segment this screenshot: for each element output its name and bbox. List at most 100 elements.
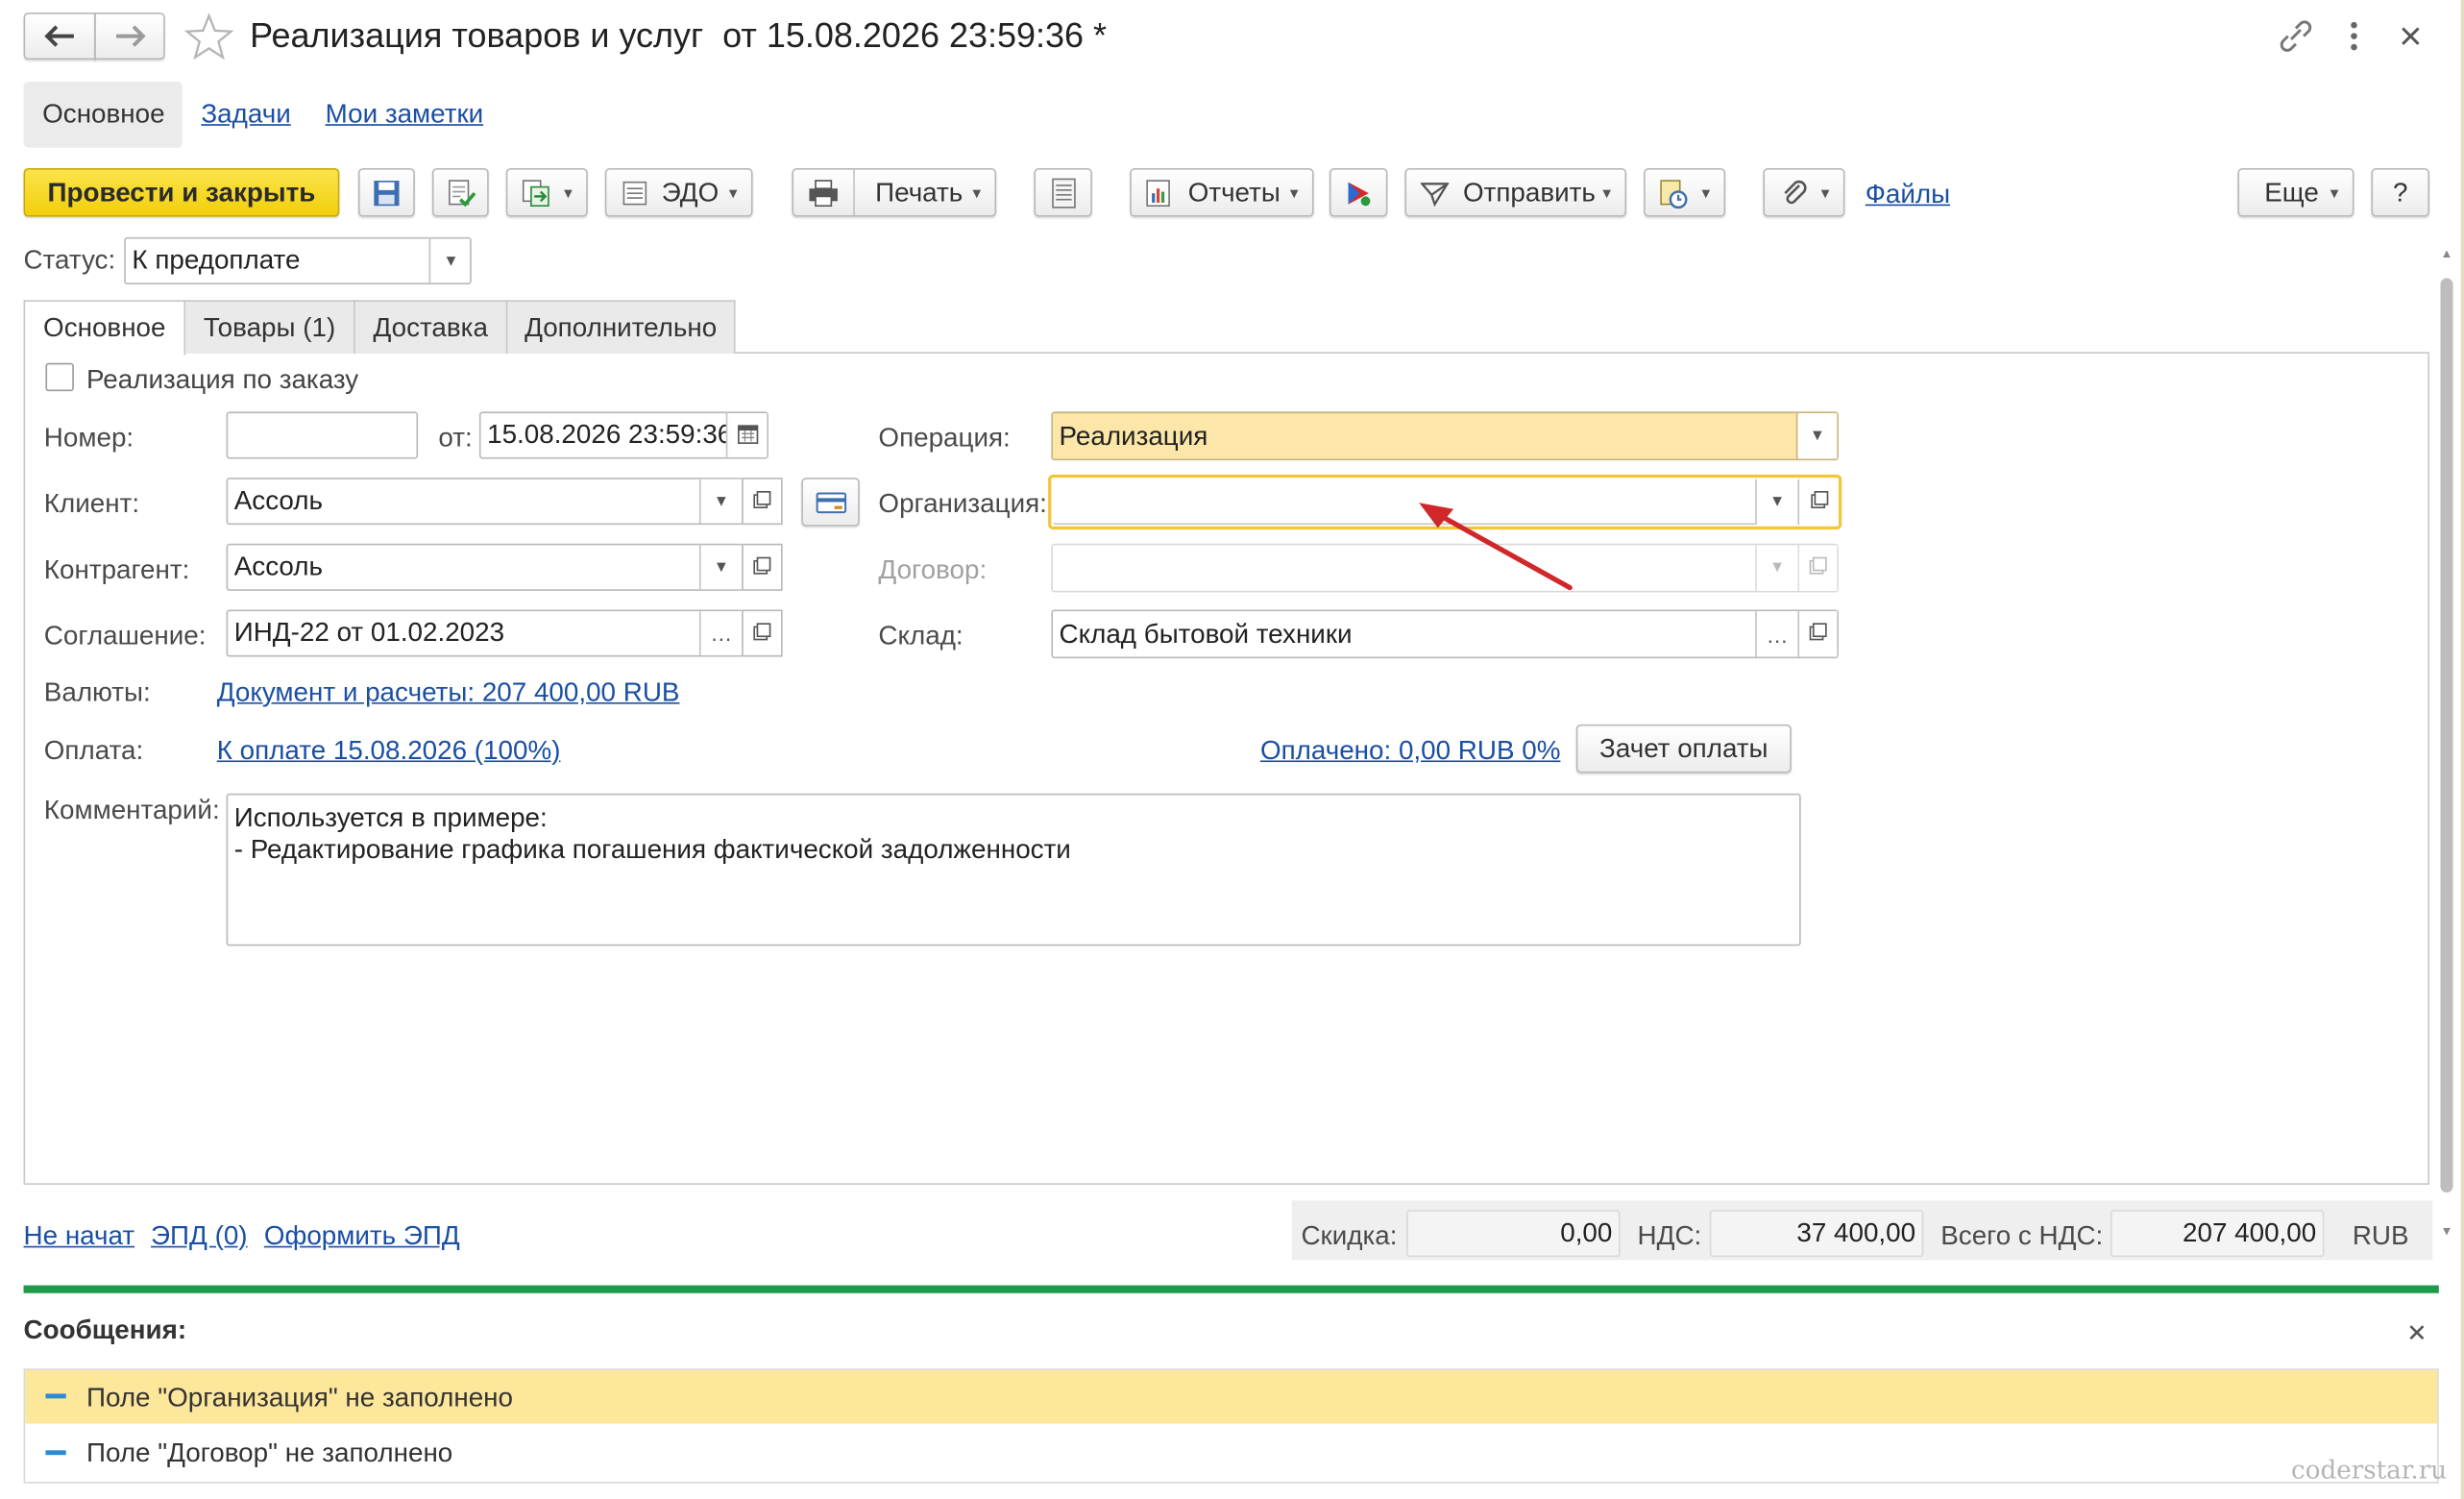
operation-dropdown-button[interactable]: ▼: [1795, 413, 1838, 459]
total-field: 207 400,00: [2110, 1210, 2325, 1258]
status-dropdown-button[interactable]: ▼: [428, 236, 472, 284]
post-and-close-button[interactable]: Провести и закрыть: [23, 167, 340, 217]
help-button[interactable]: ?: [2371, 167, 2430, 217]
paid-link[interactable]: Оплачено: 0,00 RUB 0%: [1260, 737, 1560, 764]
scrollbar-thumb[interactable]: [2440, 278, 2453, 1193]
organization-label: Организация:: [878, 488, 1047, 519]
comment-label: Комментарий:: [43, 795, 220, 825]
more-button[interactable]: Еще ▼: [2237, 167, 2354, 217]
post-and-close-label: Провести и закрыть: [47, 176, 316, 208]
nav-tab-tasks[interactable]: Задачи: [201, 101, 290, 128]
send-label: Отправить: [1462, 176, 1596, 208]
chevron-down-icon: ▼: [1698, 184, 1714, 201]
back-button[interactable]: [23, 12, 96, 61]
tab-goods[interactable]: Товары (1): [183, 300, 355, 354]
counterparty-open-button[interactable]: [742, 543, 783, 591]
client-label: Клиент:: [43, 488, 140, 519]
agreement-open-button[interactable]: [742, 609, 783, 657]
open-window-icon: [1810, 490, 1829, 514]
chevron-down-icon: ▼: [443, 252, 459, 270]
tab-additional[interactable]: Дополнительно: [505, 300, 736, 354]
dash-icon: [45, 1393, 66, 1399]
comment-textarea[interactable]: Используется в примере: - Редактирование…: [226, 793, 1801, 946]
print-button[interactable]: Печать ▼: [792, 167, 997, 217]
journal-button[interactable]: [1034, 167, 1092, 217]
printer-icon: [808, 179, 840, 207]
annotation-arrow-icon: [1406, 490, 1579, 594]
edo-button[interactable]: ЭДО ▼: [604, 167, 753, 217]
contract-label: Договор:: [878, 554, 988, 585]
client-input[interactable]: Ассоль: [226, 478, 744, 526]
favorite-star-icon[interactable]: [183, 12, 234, 61]
discount-label: Скидка:: [1301, 1220, 1398, 1251]
more-actions-icon[interactable]: [2341, 17, 2366, 55]
operation-label: Операция:: [878, 422, 1011, 453]
create-based-icon: [520, 177, 551, 209]
tab-delivery-label: Доставка: [373, 311, 488, 342]
payment-link[interactable]: К оплате 15.08.2026 (100%): [217, 737, 561, 764]
scroll-down-arrow-icon[interactable]: ▼: [2440, 1224, 2452, 1239]
send-button[interactable]: Отправить ▼: [1404, 167, 1627, 217]
open-window-icon: [753, 622, 772, 646]
link-icon[interactable]: [2276, 17, 2317, 55]
list-icon: [1051, 177, 1076, 209]
agreement-label: Соглашение:: [43, 620, 207, 651]
scroll-up-arrow-icon[interactable]: ▲: [2440, 247, 2452, 261]
number-input[interactable]: [226, 411, 419, 459]
vat-field: 37 400,00: [1709, 1210, 1924, 1258]
save-button[interactable]: [357, 167, 415, 217]
warehouse-label: Склад:: [878, 620, 964, 651]
tab-delivery[interactable]: Доставка: [354, 300, 508, 354]
counterparty-input[interactable]: Ассоль: [226, 543, 744, 591]
warehouse-open-button[interactable]: [1797, 611, 1838, 657]
reports-button[interactable]: Отчеты ▼: [1130, 167, 1314, 217]
tab-goods-label: Товары (1): [203, 311, 336, 342]
close-icon[interactable]: [2395, 19, 2427, 54]
epd-link[interactable]: ЭПД (0): [151, 1222, 248, 1249]
chevron-down-icon: ▼: [969, 184, 985, 201]
attach-button[interactable]: ▼: [1763, 167, 1845, 217]
total-value: 207 400,00: [2183, 1217, 2317, 1248]
vat-label: НДС:: [1637, 1220, 1702, 1251]
chevron-down-icon: ▼: [1818, 184, 1833, 201]
counterparty-value: Ассоль: [233, 551, 323, 582]
watermark: coderstar.ru: [2291, 1455, 2448, 1486]
nav-tab-notes[interactable]: Мои заметки: [326, 101, 484, 128]
currency-link[interactable]: Документ и расчеты: 207 400,00 RUB: [217, 678, 680, 705]
client-value: Ассоль: [233, 485, 323, 516]
client-open-button[interactable]: [742, 478, 783, 526]
operation-select[interactable]: Реализация: [1051, 411, 1839, 461]
offset-payment-button[interactable]: Зачет оплаты: [1575, 724, 1792, 774]
chevron-down-icon: ▼: [725, 184, 741, 201]
scrollbar-track[interactable]: ▲ ▼: [2439, 247, 2454, 1253]
status-select[interactable]: К предоплате: [124, 236, 472, 284]
workflow-button[interactable]: [1329, 167, 1388, 217]
files-link[interactable]: Файлы: [1866, 181, 1950, 208]
related-docs-button[interactable]: ▼: [1644, 167, 1726, 217]
currency-label: Валюты:: [43, 676, 151, 707]
messages-close-icon[interactable]: [2404, 1320, 2429, 1345]
client-dropdown-button[interactable]: ▼: [698, 479, 743, 524]
print-label: Печать: [875, 176, 964, 208]
agreement-input[interactable]: ИНД-22 от 01.02.2023: [226, 609, 744, 657]
ellipsis-icon: …: [710, 620, 733, 647]
forward-button[interactable]: [94, 12, 165, 61]
agreement-select-button[interactable]: …: [698, 611, 743, 655]
status-label: Статус:: [23, 245, 116, 276]
total-label: Всего с НДС:: [1940, 1220, 2104, 1251]
counterparty-dropdown-button[interactable]: ▼: [698, 545, 743, 590]
warehouse-select-button[interactable]: …: [1755, 611, 1798, 657]
organization-dropdown-button[interactable]: ▼: [1755, 479, 1798, 526]
tab-main[interactable]: Основное: [23, 300, 186, 356]
organization-open-button[interactable]: [1797, 479, 1839, 526]
post-button[interactable]: [431, 167, 489, 217]
warehouse-input[interactable]: Склад бытовой техники: [1051, 609, 1839, 659]
offset-payment-label: Зачет оплаты: [1599, 732, 1769, 763]
calendar-button[interactable]: [725, 413, 768, 457]
make-epd-link[interactable]: Оформить ЭПД: [264, 1222, 460, 1249]
not-started-link[interactable]: Не начат: [24, 1222, 135, 1249]
by-order-checkbox[interactable]: [45, 362, 74, 392]
client-card-button[interactable]: [801, 478, 860, 527]
by-order-label: Реализация по заказу: [85, 364, 359, 395]
create-based-on-button[interactable]: ▼: [505, 167, 588, 217]
